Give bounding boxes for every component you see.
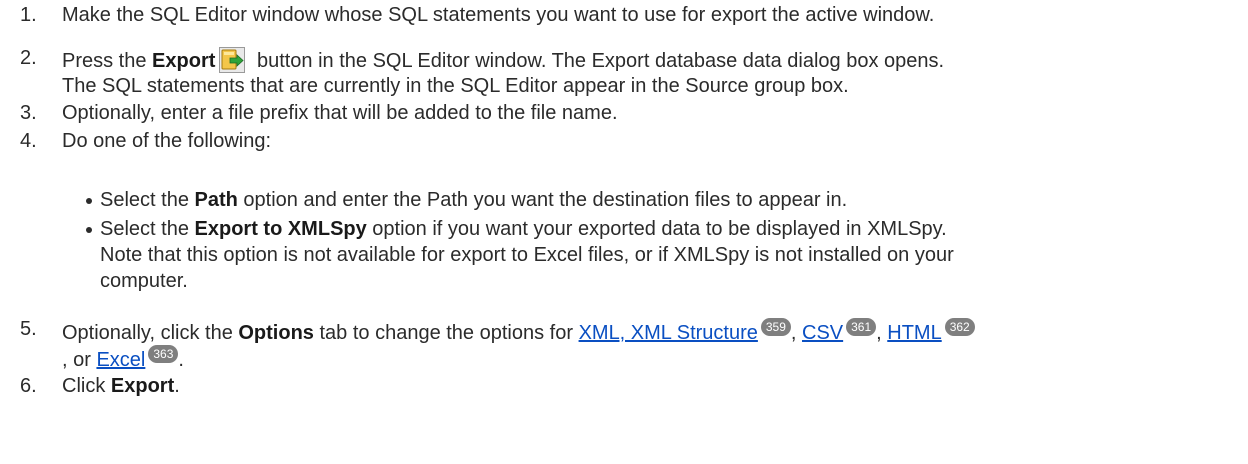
step-number: 2. (20, 47, 37, 69)
link-excel[interactable]: Excel (96, 349, 145, 371)
page-number-badge: 359 (760, 318, 791, 336)
page-number-badge: 362 (944, 318, 975, 336)
page-number-badge: 363 (148, 345, 179, 363)
step-text: The SQL statements that are currently in… (62, 75, 849, 97)
bullet-continuation: computer. (100, 270, 188, 292)
step-text: , or Excel 363. (62, 345, 184, 371)
step-number: 3. (20, 102, 37, 124)
step-text: Click Export. (62, 375, 180, 397)
step-text: Optionally, enter a file prefix that wil… (62, 102, 618, 124)
step-text: Make the SQL Editor window whose SQL sta… (62, 4, 935, 26)
bullet-item: Select the Export to XMLSpy option if yo… (86, 218, 947, 241)
step-number: 6. (20, 375, 37, 397)
link-xml-structure[interactable]: XML, XML Structure (579, 322, 758, 344)
export-icon (219, 47, 246, 73)
bullet-continuation: Note that this option is not available f… (100, 244, 954, 266)
step-number: 1. (20, 4, 37, 26)
step-text: Press the Export button in the SQL Edito… (62, 47, 944, 73)
export-label: Export (110, 375, 175, 397)
link-csv[interactable]: CSV (802, 322, 843, 344)
bullet-icon (86, 227, 92, 233)
options-tab-label: Options (238, 322, 314, 344)
step-number: 4. (20, 130, 37, 152)
step-text: Optionally, click the Options tab to cha… (62, 318, 975, 345)
step-number: 5. (20, 318, 37, 340)
option-path-label: Path (194, 189, 238, 211)
bullet-icon (86, 198, 92, 204)
option-export-xmlspy-label: Export to XMLSpy (194, 218, 367, 240)
link-html[interactable]: HTML (887, 322, 941, 344)
bullet-item: Select the Path option and enter the Pat… (86, 189, 847, 212)
export-label: Export (152, 50, 216, 72)
page-number-badge: 361 (846, 318, 877, 336)
step-text: Do one of the following: (62, 130, 272, 152)
